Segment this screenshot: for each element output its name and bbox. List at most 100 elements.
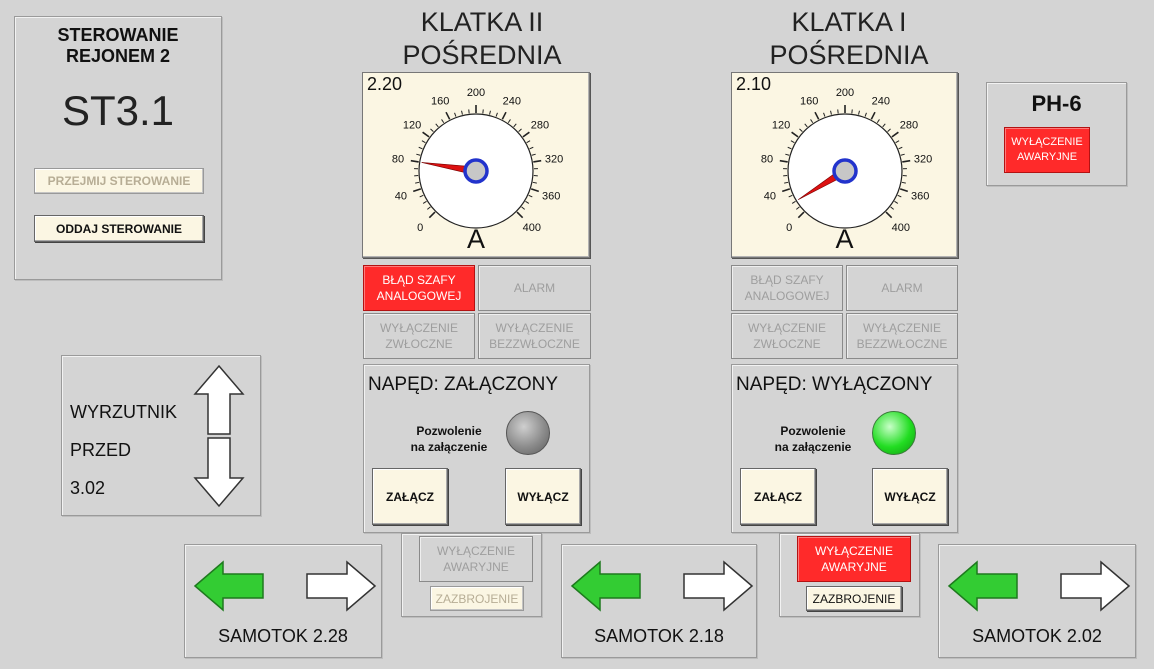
- dial-hub: [832, 158, 858, 184]
- dial-tick-label: 40: [395, 190, 407, 202]
- cage2-title: KLATKA II POŚREDNIA: [402, 7, 562, 70]
- cage1-permission-lamp: [872, 411, 916, 455]
- dial-tick: [522, 131, 530, 138]
- dial-tick-label: 320: [914, 154, 932, 166]
- ejector-label-1: WYRZUTNIK: [70, 402, 177, 422]
- dial-tick: [779, 159, 788, 163]
- dial-tick: [518, 128, 522, 132]
- dial-tick: [422, 131, 430, 138]
- dial-tick: [900, 153, 905, 156]
- dial-tick: [529, 146, 534, 150]
- dial-tick-label: 160: [800, 96, 818, 108]
- dial-tick: [526, 140, 531, 144]
- take-control-button[interactable]: PRZEJMIJ STEROWANIE: [34, 168, 204, 194]
- dial-tick: [454, 112, 457, 117]
- cage2-gauge-unit: A: [466, 224, 485, 254]
- dial-tick: [784, 181, 789, 184]
- dial-tick: [427, 206, 431, 210]
- ph6-title: PH-6: [1031, 91, 1082, 116]
- dial-tick-label: 280: [900, 120, 918, 132]
- dial-tick: [528, 194, 533, 198]
- samotok-panel-1: SAMOTOK 2.28: [184, 544, 382, 658]
- cage2-permission-lamp: [506, 411, 550, 455]
- samotok-panel-2: SAMOTOK 2.18: [561, 544, 757, 658]
- dial-tick: [902, 159, 911, 163]
- dial-tick-label: 80: [392, 154, 404, 166]
- dial-tick-label: 200: [467, 87, 485, 99]
- cage2-off-button[interactable]: WYŁĄCZ: [505, 468, 581, 525]
- dial-tick: [858, 110, 860, 115]
- arrow-left-icon[interactable]: [947, 560, 1019, 612]
- dial-tick: [797, 211, 805, 219]
- cage1-gauge-unit: A: [835, 224, 854, 254]
- dial-tick-label: 360: [911, 190, 929, 202]
- cage2-alarm: ALARM: [478, 265, 591, 311]
- cage2-drive-panel: NAPĘD: ZAŁĄCZONY Pozwolenie na załączeni…: [363, 364, 590, 533]
- dial-tick: [507, 119, 511, 124]
- arrow-right-icon[interactable]: [1059, 560, 1131, 612]
- cage2-gauge: 2.20 0 40 80 120 160 200 240 280 320 360 400 A: [362, 72, 590, 258]
- dial-tick: [796, 206, 800, 210]
- dial-tick: [533, 159, 542, 163]
- dial-tick: [501, 111, 507, 120]
- dial-tick: [441, 119, 445, 124]
- dial-tick: [525, 200, 530, 204]
- arrow-right-icon[interactable]: [305, 560, 377, 612]
- cage1-delayed-off: WYŁĄCZENIE ZWŁOCZNE: [731, 313, 843, 359]
- dial-tick-label: 200: [836, 87, 854, 99]
- cage2-immediate-off: WYŁĄCZENIE BEZZWŁOCZNE: [478, 313, 591, 359]
- samotok-label-1: SAMOTOK 2.28: [218, 626, 348, 646]
- cage1-arm-button[interactable]: ZAZBROJENIE: [806, 586, 902, 611]
- cage2-cabinet-error: BŁĄD SZAFY ANALOGOWEJ: [363, 265, 475, 311]
- dial-tick: [489, 110, 491, 115]
- cage1-off-button[interactable]: WYŁĄCZ: [872, 468, 948, 525]
- dial-tick: [887, 128, 891, 132]
- dial-tick: [530, 188, 540, 193]
- dial-tick: [791, 131, 799, 138]
- cage2-emergency-stop[interactable]: WYŁĄCZENIE AWARYJNE: [419, 536, 533, 582]
- cage1-immediate-off: WYŁĄCZENIE BEZZWŁOCZNE: [846, 313, 958, 359]
- dial-hub: [463, 158, 489, 184]
- dial-tick: [788, 194, 793, 198]
- dial-tick: [495, 112, 498, 117]
- dial-tick: [415, 181, 420, 184]
- dial-tick-label: 280: [531, 120, 549, 132]
- cage2-permission-label: Pozwolenie na załączenie: [410, 424, 488, 454]
- dial-tick: [901, 181, 906, 184]
- arrow-right-icon[interactable]: [682, 560, 754, 612]
- samotok-label-2: SAMOTOK 2.18: [594, 626, 724, 646]
- cage1-gauge: 2.10 0 40 80 120 160 200 240 280 320 360 400 A: [731, 72, 958, 258]
- arrow-left-icon[interactable]: [193, 560, 265, 612]
- dial-tick: [416, 153, 421, 156]
- dial-tick: [422, 200, 427, 204]
- dial-tick: [864, 112, 867, 117]
- dial-tick-label: 160: [431, 96, 449, 108]
- dial-tick: [790, 140, 795, 144]
- give-control-button[interactable]: ODDAJ STEROWANIE: [34, 215, 204, 242]
- dial-tick: [891, 131, 899, 138]
- cage1-drive-status: NAPĘD: WYŁĄCZONY: [736, 374, 933, 395]
- dial-tick: [898, 146, 903, 150]
- arrow-left-icon[interactable]: [570, 560, 642, 612]
- dial-tick: [823, 112, 826, 117]
- dial-tick-label: 80: [761, 154, 773, 166]
- dial-tick: [781, 188, 791, 193]
- cage1-cabinet-error: BŁĄD SZAFY ANALOGOWEJ: [731, 265, 843, 311]
- cage1-permission-label: Pozwolenie na załączenie: [774, 424, 852, 454]
- ejector-label-2: PRZED: [70, 440, 132, 460]
- cage1-on-button[interactable]: ZAŁĄCZ: [740, 468, 816, 525]
- cage2-on-button[interactable]: ZAŁĄCZ: [372, 468, 448, 525]
- cage2-arm-button[interactable]: ZAZBROJENIE: [430, 586, 524, 611]
- arrow-up-icon[interactable]: [193, 364, 245, 436]
- dial-tick: [435, 123, 439, 128]
- dial-tick: [882, 123, 886, 128]
- dial-tick: [890, 206, 894, 210]
- dial-tick-label: 320: [545, 154, 563, 166]
- arrow-down-icon[interactable]: [193, 436, 245, 508]
- ph6-emergency-stop[interactable]: WYŁĄCZENIE AWARYJNE: [1004, 127, 1090, 173]
- dial-tick: [814, 111, 820, 120]
- dial-tick-label: 40: [764, 190, 776, 202]
- cage1-emergency-stop[interactable]: WYŁĄCZENIE AWARYJNE: [797, 536, 911, 582]
- cage2-delayed-off: WYŁĄCZENIE ZWŁOCZNE: [363, 313, 475, 359]
- control-panel: STEROWANIE REJONEM 2 ST3.1 PRZEJMIJ STER…: [14, 16, 222, 280]
